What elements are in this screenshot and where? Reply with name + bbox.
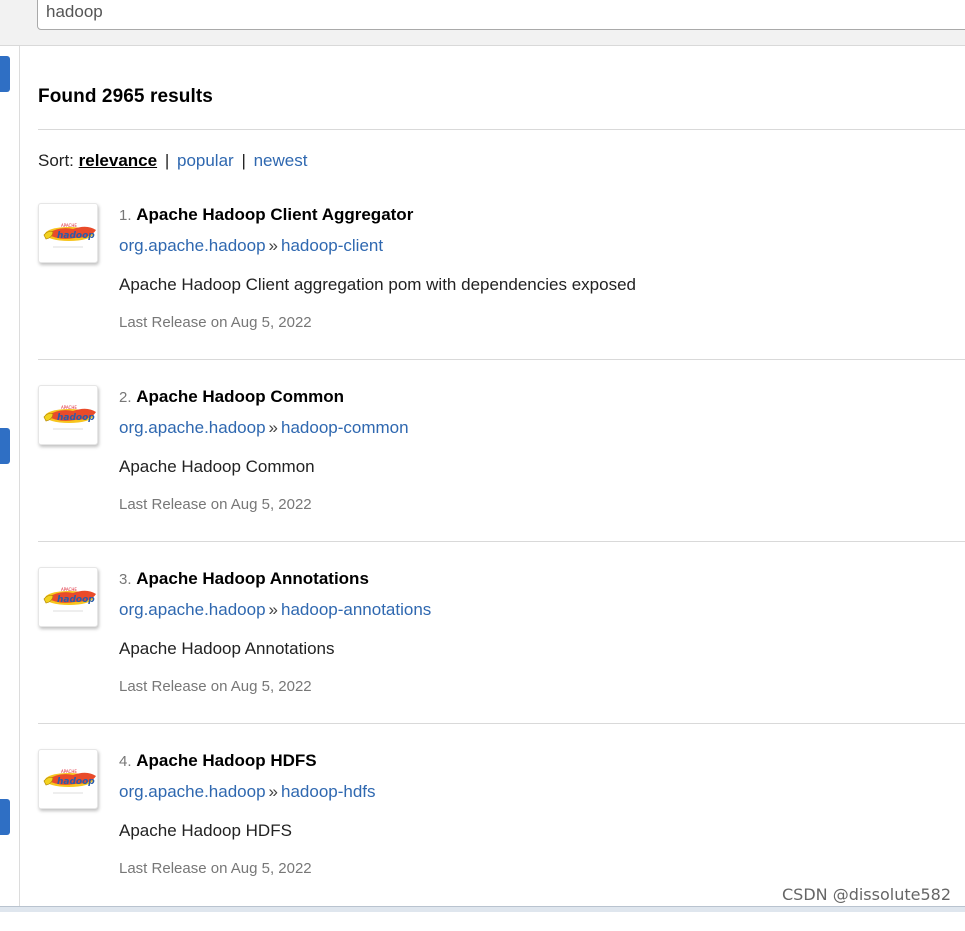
sort-bar: Sort: relevance | popular | newest bbox=[38, 151, 307, 171]
result-number: 4. bbox=[119, 753, 132, 770]
result-description: Apache Hadoop Client aggregation pom wit… bbox=[119, 275, 636, 294]
artifact-id-link[interactable]: hadoop-annotations bbox=[281, 600, 431, 619]
result-divider bbox=[38, 723, 965, 724]
result-title-link[interactable]: Apache Hadoop Annotations bbox=[136, 569, 369, 588]
sort-newest-link[interactable]: newest bbox=[254, 151, 308, 170]
hadoop-logo-icon[interactable]: hadoop APACHE bbox=[38, 385, 98, 445]
result-title-link[interactable]: Apache Hadoop Common bbox=[136, 387, 344, 406]
result-title-link[interactable]: Apache Hadoop Client Aggregator bbox=[136, 205, 413, 224]
svg-text:APACHE: APACHE bbox=[61, 769, 77, 774]
hadoop-logo-icon[interactable]: hadoop APACHE bbox=[38, 567, 98, 627]
side-tab[interactable] bbox=[0, 799, 10, 835]
sort-label: Sort: bbox=[38, 151, 74, 170]
group-id-link[interactable]: org.apache.hadoop bbox=[119, 600, 266, 619]
coords-separator: » bbox=[268, 782, 278, 801]
result-title: 3. Apache Hadoop Annotations bbox=[119, 569, 369, 589]
release-date: Last Release on Aug 5, 2022 bbox=[119, 314, 312, 331]
result-coordinates: org.apache.hadoop» hadoop-hdfs bbox=[119, 782, 376, 802]
release-date: Last Release on Aug 5, 2022 bbox=[119, 860, 312, 877]
coords-separator: » bbox=[268, 418, 278, 437]
result-item: hadoop APACHE 2. Apache Hadoop Common or… bbox=[38, 385, 965, 567]
result-divider bbox=[38, 541, 965, 542]
result-title: 2. Apache Hadoop Common bbox=[119, 387, 344, 407]
coords-separator: » bbox=[268, 600, 278, 619]
search-bar bbox=[0, 0, 965, 46]
hadoop-logo-icon[interactable]: hadoop APACHE bbox=[38, 749, 98, 809]
side-tab[interactable] bbox=[0, 56, 10, 92]
svg-text:APACHE: APACHE bbox=[61, 223, 77, 228]
left-rail-divider bbox=[19, 46, 20, 906]
svg-text:hadoop: hadoop bbox=[57, 413, 95, 423]
release-date: Last Release on Aug 5, 2022 bbox=[119, 678, 312, 695]
result-coordinates: org.apache.hadoop» hadoop-common bbox=[119, 418, 409, 438]
result-description: Apache Hadoop Common bbox=[119, 457, 315, 476]
group-id-link[interactable]: org.apache.hadoop bbox=[119, 418, 266, 437]
svg-text:APACHE: APACHE bbox=[61, 587, 77, 592]
svg-text:hadoop: hadoop bbox=[57, 231, 95, 241]
header-divider bbox=[38, 129, 965, 130]
release-date: Last Release on Aug 5, 2022 bbox=[119, 496, 312, 513]
group-id-link[interactable]: org.apache.hadoop bbox=[119, 782, 266, 801]
artifact-id-link[interactable]: hadoop-client bbox=[281, 236, 383, 255]
sort-separator: | bbox=[241, 151, 246, 170]
bottom-strip bbox=[0, 906, 965, 912]
group-id-link[interactable]: org.apache.hadoop bbox=[119, 236, 266, 255]
result-description: Apache Hadoop Annotations bbox=[119, 639, 335, 658]
result-number: 2. bbox=[119, 389, 132, 406]
artifact-id-link[interactable]: hadoop-common bbox=[281, 418, 409, 437]
result-item: hadoop APACHE 3. Apache Hadoop Annotatio… bbox=[38, 567, 965, 749]
coords-separator: » bbox=[268, 236, 278, 255]
svg-text:hadoop: hadoop bbox=[57, 777, 95, 787]
hadoop-logo-icon[interactable]: hadoop APACHE bbox=[38, 203, 98, 263]
results-count-heading: Found 2965 results bbox=[38, 86, 213, 107]
result-title-link[interactable]: Apache Hadoop HDFS bbox=[136, 751, 316, 770]
result-number: 3. bbox=[119, 571, 132, 588]
svg-text:APACHE: APACHE bbox=[61, 405, 77, 410]
result-coordinates: org.apache.hadoop» hadoop-annotations bbox=[119, 600, 431, 620]
side-tab[interactable] bbox=[0, 428, 10, 464]
result-coordinates: org.apache.hadoop» hadoop-client bbox=[119, 236, 383, 256]
watermark: CSDN @dissolute582 bbox=[781, 885, 951, 904]
svg-text:hadoop: hadoop bbox=[57, 595, 95, 605]
sort-separator: | bbox=[164, 151, 170, 170]
result-description: Apache Hadoop HDFS bbox=[119, 821, 292, 840]
sort-popular-link[interactable]: popular bbox=[177, 151, 234, 170]
artifact-id-link[interactable]: hadoop-hdfs bbox=[281, 782, 376, 801]
result-item: hadoop APACHE 1. Apache Hadoop Client Ag… bbox=[38, 203, 965, 385]
result-number: 1. bbox=[119, 207, 132, 224]
result-title: 1. Apache Hadoop Client Aggregator bbox=[119, 205, 413, 225]
result-divider bbox=[38, 359, 965, 360]
search-input[interactable] bbox=[37, 0, 965, 30]
result-title: 4. Apache Hadoop HDFS bbox=[119, 751, 317, 771]
sort-relevance-link[interactable]: relevance bbox=[79, 151, 157, 170]
